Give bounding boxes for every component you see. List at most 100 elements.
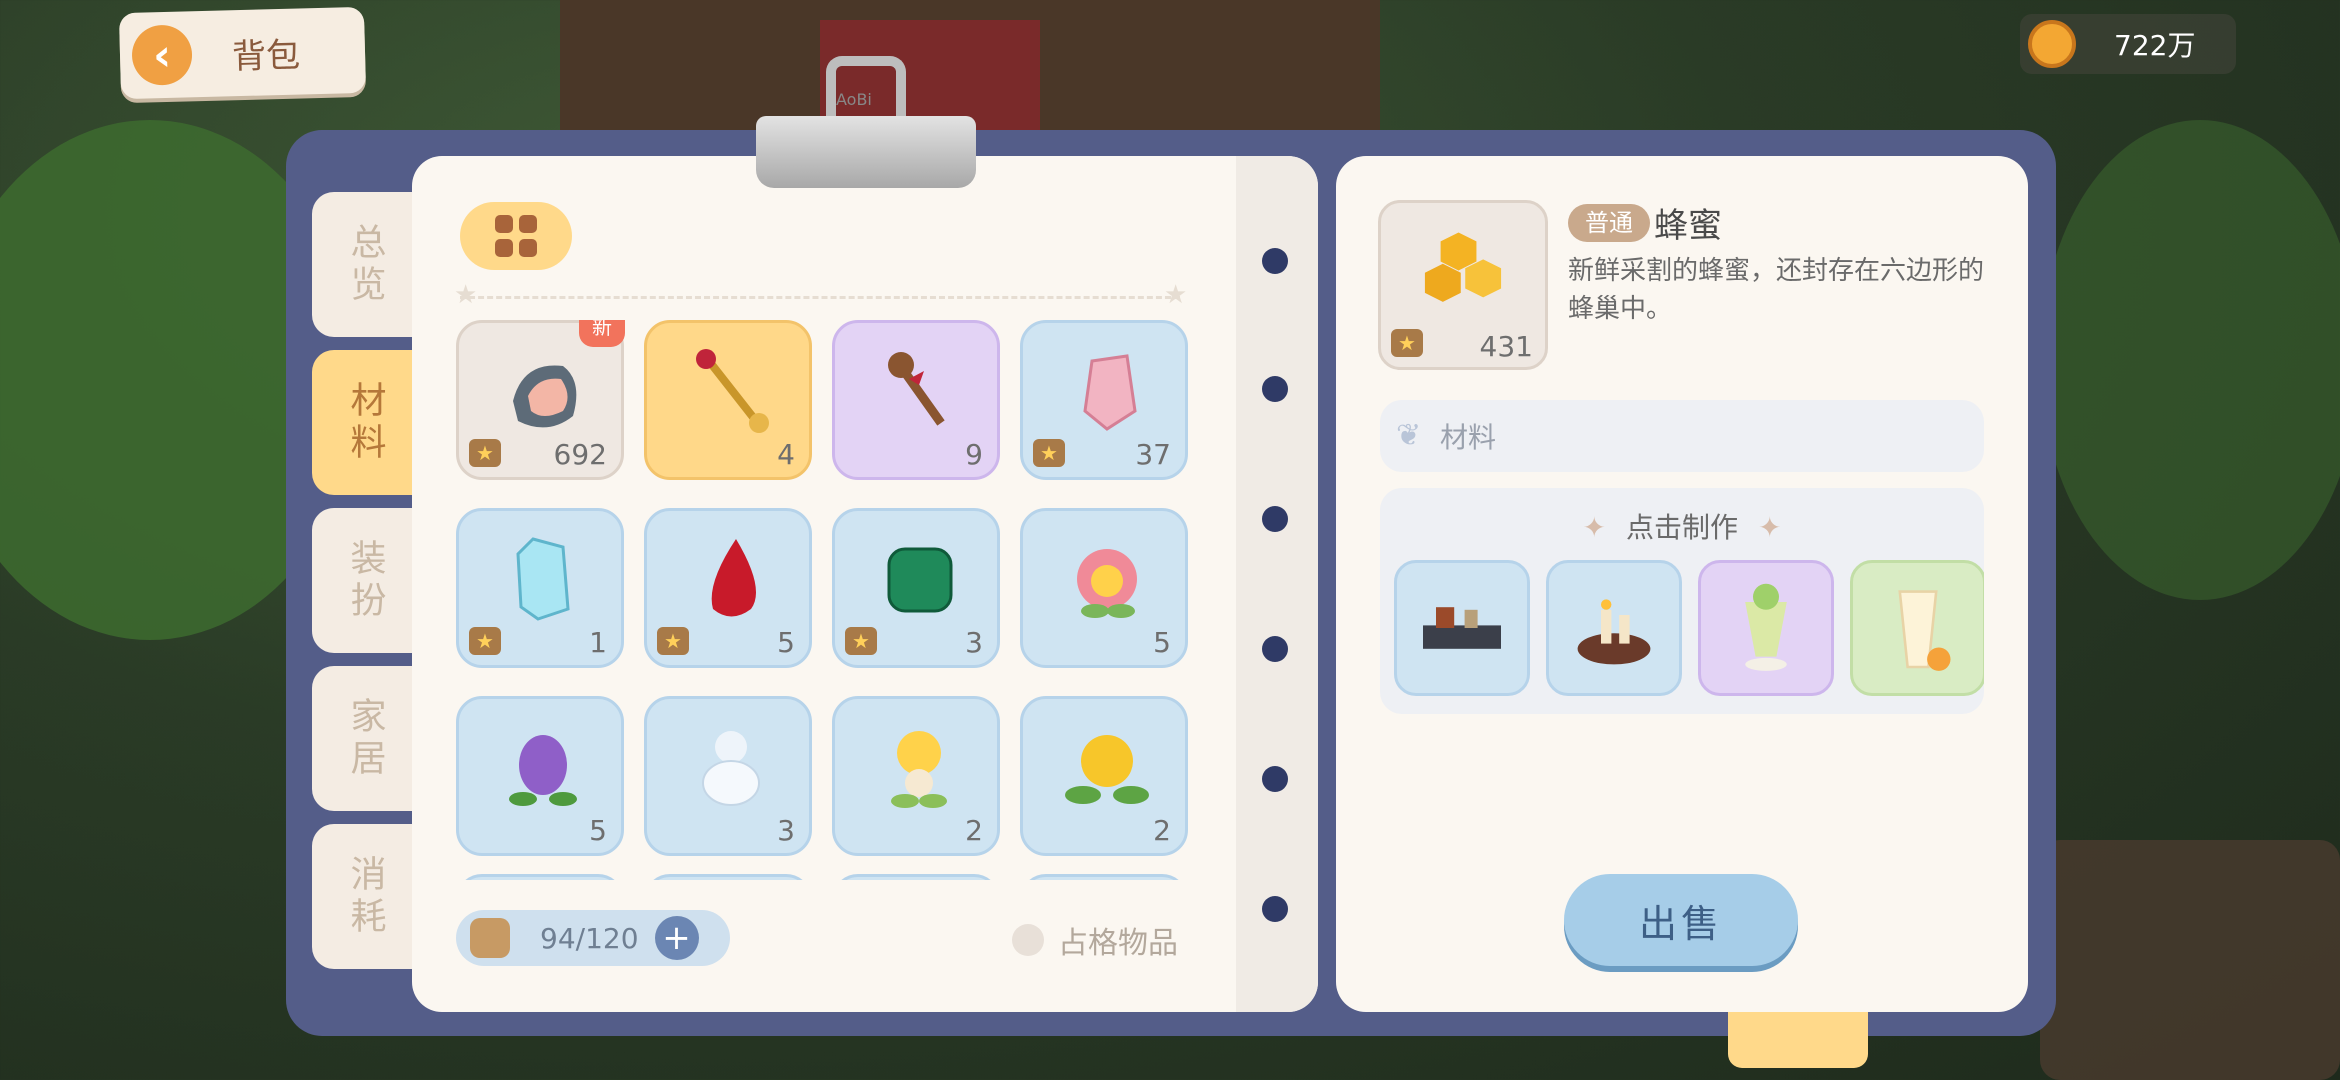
- grape-flower-icon: [509, 735, 577, 806]
- item-slot[interactable]: 2: [832, 696, 1000, 856]
- item-name: 蜂蜜: [1654, 206, 1722, 246]
- binder-hole: [1262, 896, 1288, 922]
- tab-label: 家居: [344, 696, 386, 781]
- page-title: 背包: [231, 35, 301, 77]
- back-arrow-icon: ‹: [131, 24, 193, 86]
- craft-item-bench[interactable]: [1394, 560, 1530, 696]
- tab-outfits[interactable]: 装扮: [312, 508, 417, 653]
- item-slot[interactable]: ★ 5: [644, 508, 812, 668]
- item-description: 新鲜采割的蜂蜜，还封存在六边形的蜂巢中。: [1568, 256, 1985, 324]
- item-slot[interactable]: 4: [644, 320, 812, 480]
- binder-hole: [1262, 636, 1288, 662]
- star-decoration-icon: ★: [1164, 280, 1188, 310]
- item-count: 692: [553, 438, 607, 471]
- item-slot[interactable]: ★ 37: [1020, 320, 1188, 480]
- craft-title: ✦ 点击制作 ✦: [1582, 511, 1782, 544]
- expand-capacity-button[interactable]: +: [654, 916, 699, 960]
- meat-icon: [513, 365, 577, 428]
- emerald-icon: [887, 547, 953, 613]
- radio-icon[interactable]: [1012, 924, 1044, 956]
- detail-thumbnail: ★ 431: [1378, 200, 1548, 370]
- star-decoration-icon: ★: [454, 280, 478, 310]
- binder-clip: AoBi: [756, 56, 976, 192]
- light-sprite-icon: [891, 731, 947, 808]
- favorite-star-icon: ★: [1033, 439, 1065, 467]
- craft-panel: ✦ 点击制作 ✦: [1380, 488, 1984, 714]
- item-count: 9: [965, 438, 983, 471]
- favorite-star-icon: ★: [469, 439, 501, 467]
- drink-icon: [1898, 590, 1951, 671]
- craft-item-drink[interactable]: [1850, 560, 1984, 696]
- tab-consumables[interactable]: 消耗: [312, 824, 417, 969]
- detail-count: 431: [1479, 330, 1533, 363]
- currency-value: 722万: [2114, 29, 2196, 62]
- tab-materials[interactable]: 材料: [312, 350, 417, 495]
- favorite-star-icon: ★: [1391, 329, 1423, 357]
- craft-item-parfait[interactable]: [1698, 560, 1834, 696]
- pink-crystal-icon: [1083, 354, 1137, 431]
- item-slot[interactable]: [644, 874, 812, 880]
- item-slot[interactable]: ★ 692 新: [456, 320, 625, 480]
- yellow-flower-icon: [1065, 735, 1149, 804]
- item-count: 5: [777, 626, 795, 659]
- bookmark: [1728, 1012, 1868, 1068]
- item-count: 3: [777, 814, 795, 847]
- currency-display[interactable]: 722万: [2020, 14, 2236, 74]
- background-decoration: [2040, 840, 2340, 1080]
- coin-icon: [2028, 20, 2076, 68]
- divider: [460, 296, 1180, 299]
- favorite-star-icon: ★: [657, 627, 689, 655]
- item-count: 5: [1153, 626, 1171, 659]
- item-slot[interactable]: ★ 3: [832, 508, 1000, 668]
- sell-button[interactable]: 出售: [1564, 874, 1798, 966]
- tab-overview[interactable]: 总览: [312, 192, 417, 337]
- book-spine: [1236, 156, 1318, 1012]
- item-slot[interactable]: 5: [1020, 508, 1188, 668]
- item-count: 3: [965, 626, 983, 659]
- background-tree: [2040, 120, 2340, 600]
- new-badge: 新: [579, 320, 625, 347]
- cloud-sprite-icon: [702, 731, 760, 806]
- leaf-icon: ❦: [1396, 418, 1422, 453]
- item-slot[interactable]: 9: [832, 320, 1000, 480]
- item-slot[interactable]: [832, 874, 1000, 880]
- bench-icon: [1423, 607, 1501, 649]
- item-count: 2: [965, 814, 983, 847]
- item-slot[interactable]: [1020, 874, 1188, 880]
- grid-icon: [495, 215, 537, 257]
- bear-key-icon: [888, 352, 945, 426]
- clip-brand: AoBi: [836, 90, 872, 109]
- tab-label: 总览: [344, 222, 386, 307]
- rarity-badge: 普通: [1568, 204, 1650, 242]
- pink-flower-icon: [1077, 549, 1137, 618]
- tab-label: 材料: [344, 380, 386, 465]
- item-count: 2: [1153, 814, 1171, 847]
- golden-key-icon: [696, 349, 769, 433]
- binder-hole: [1262, 506, 1288, 532]
- bag-capacity: 94/120 +: [456, 910, 730, 966]
- capacity-text: 94/120: [540, 921, 639, 955]
- occupy-toggle[interactable]: 占格物品: [1012, 918, 1178, 962]
- item-slot[interactable]: 3: [644, 696, 812, 856]
- favorite-star-icon: ★: [469, 627, 501, 655]
- binder-hole: [1262, 248, 1288, 274]
- ruby-icon: [711, 539, 756, 617]
- item-type-label: 材料: [1440, 421, 1497, 454]
- parfait-icon: [1745, 583, 1787, 671]
- item-slot[interactable]: 2: [1020, 696, 1188, 856]
- item-grid[interactable]: ★ 692 新 4 9 ★ 37 ★ 1 ★ 5 ★ 3 5 5 3 2 2: [456, 320, 1196, 880]
- item-slot[interactable]: ★ 1: [456, 508, 624, 668]
- craft-item-candle-cake[interactable]: [1546, 560, 1682, 696]
- favorite-star-icon: ★: [845, 627, 877, 655]
- diamond-icon: [516, 537, 570, 621]
- back-button[interactable]: ‹ 背包: [118, 6, 367, 100]
- honeycomb-icon: [1424, 232, 1502, 302]
- item-slot[interactable]: [456, 874, 624, 880]
- category-filter-button[interactable]: [460, 202, 572, 270]
- binder-hole: [1262, 376, 1288, 402]
- occupy-label: 占格物品: [1058, 926, 1178, 961]
- tab-furniture[interactable]: 家居: [312, 666, 417, 811]
- candle-cake-icon: [1577, 599, 1651, 665]
- item-slot[interactable]: 5: [456, 696, 624, 856]
- item-count: 1: [589, 626, 607, 659]
